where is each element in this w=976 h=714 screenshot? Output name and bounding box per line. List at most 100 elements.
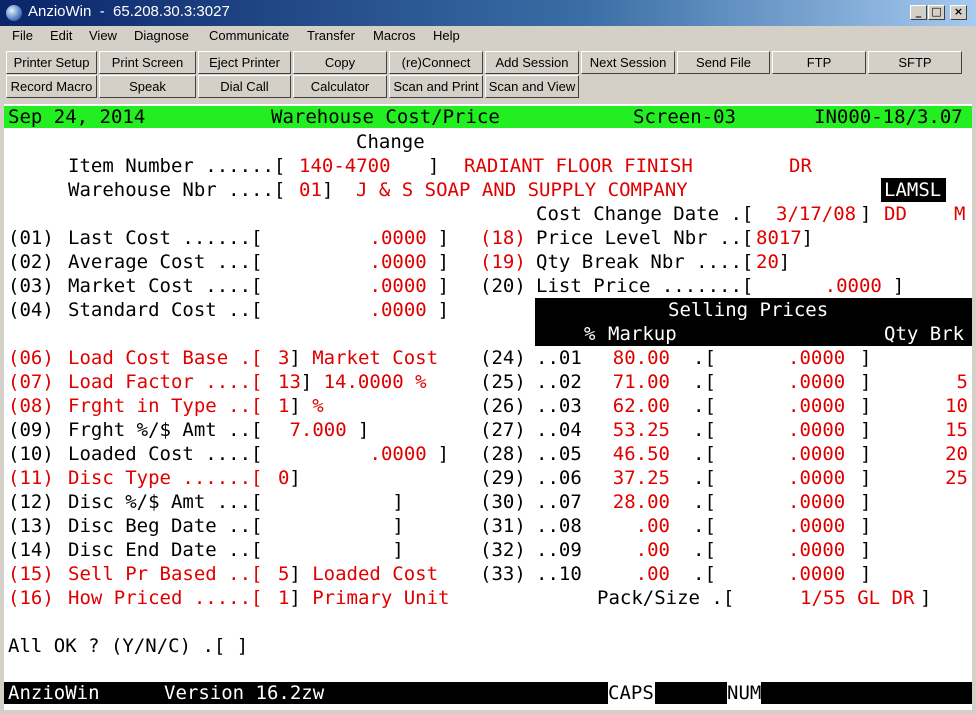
price-open: .[ [693, 371, 716, 393]
menu-help[interactable]: Help [433, 28, 460, 43]
speak-button[interactable]: Speak [99, 75, 196, 98]
print-screen-button[interactable]: Print Screen [99, 51, 196, 74]
field-number: (19) [480, 251, 526, 273]
warehouse-line: Warehouse Nbr ....[ 01 ] J & S SOAP AND … [4, 178, 972, 202]
minimize-button[interactable]: _ [910, 5, 927, 20]
header-title: Warehouse Cost/Price [271, 106, 500, 128]
warehouse-name: J & S SOAP AND SUPPLY COMPANY [356, 179, 688, 201]
selling-price-value[interactable]: .0000 [788, 346, 845, 370]
cost-change-date-field[interactable]: 3/17/08 [776, 202, 856, 226]
field-close: ] [778, 251, 791, 273]
selling-price-value[interactable]: .0000 [788, 538, 845, 562]
selling-price-value[interactable]: .0000 [788, 418, 845, 442]
pack-size-field[interactable]: 1/55 GL DR [800, 586, 914, 610]
price-close: ] [860, 491, 872, 513]
col-percent: % [584, 323, 596, 345]
ftp-button[interactable]: FTP [772, 51, 866, 74]
price-row: (29) ..06 37.25 .[.0000] 25 [4, 466, 972, 490]
menu-communicate[interactable]: Communicate [209, 28, 289, 43]
app-icon[interactable] [6, 5, 22, 21]
scan-and-view-button[interactable]: Scan and View [485, 75, 579, 98]
price-row: (26) ..03 62.00 .[.0000] 10 [4, 394, 972, 418]
price-row: (28) ..05 46.50 .[.0000] 20 [4, 442, 972, 466]
item-number-field[interactable]: 140-4700 [299, 154, 391, 178]
markup-value[interactable]: 80.00 [608, 346, 670, 370]
field-label: Price Level Nbr ..[ [536, 227, 754, 249]
window-title: AnzioWin - 65.208.30.3:3027 [28, 3, 230, 20]
price-row: (32) ..09 .00 .[.0000] [4, 538, 972, 562]
price-row: (30) ..07 28.00 .[.0000] [4, 490, 972, 514]
header-date: Sep 24, 2014 [8, 106, 146, 128]
mode-label: Change [356, 131, 425, 153]
title-bar[interactable]: AnzioWin - 65.208.30.3:3027 _ □ × [0, 0, 976, 26]
eject-printer-button[interactable]: Eject Printer [198, 51, 291, 74]
menu-macros[interactable]: Macros [373, 28, 416, 43]
selling-price-value[interactable]: .0000 [788, 562, 845, 586]
markup-value[interactable]: 53.25 [608, 418, 670, 442]
selling-price-value[interactable]: .0000 [788, 370, 845, 394]
selling-price-value[interactable]: .0000 [788, 466, 845, 490]
price-level: ..04 [536, 419, 582, 441]
price-level: ..09 [536, 539, 582, 561]
price-level: ..05 [536, 443, 582, 465]
cost-change-date-label: Cost Change Date .[ [536, 203, 754, 225]
price-close: ] [860, 563, 872, 585]
selling-price-value[interactable]: .0000 [788, 394, 845, 418]
markup-value[interactable]: .00 [608, 562, 670, 586]
scan-and-print-button[interactable]: Scan and Print [389, 75, 483, 98]
reconnect-button[interactable]: (re)Connect [389, 51, 483, 74]
markup-value[interactable]: 46.50 [608, 442, 670, 466]
selling-price-value[interactable]: .0000 [788, 514, 845, 538]
price-close: ] [860, 443, 872, 465]
field-value[interactable]: .0000 [756, 274, 882, 298]
menu-edit[interactable]: Edit [50, 28, 72, 43]
markup-value[interactable]: .00 [608, 514, 670, 538]
price-close: ] [860, 395, 872, 417]
all-ok-prompt[interactable]: All OK ? (Y/N/C) .[ ] [8, 634, 248, 658]
price-row-number: (31) [480, 515, 526, 537]
add-session-button[interactable]: Add Session [485, 51, 579, 74]
markup-value[interactable]: .00 [608, 538, 670, 562]
field-value[interactable]: 20 [756, 250, 779, 274]
markup-value[interactable]: 71.00 [608, 370, 670, 394]
field-label: Qty Break Nbr ....[ [536, 251, 754, 273]
menu-transfer[interactable]: Transfer [307, 28, 355, 43]
selling-price-value[interactable]: .0000 [788, 442, 845, 466]
cost-change-date-close: ] [860, 203, 872, 225]
selling-prices-title: Selling Prices [668, 299, 829, 321]
menu-file[interactable]: File [12, 28, 33, 43]
field-value[interactable]: 8017 [756, 226, 802, 250]
send-file-button[interactable]: Send File [677, 51, 770, 74]
price-open: .[ [693, 347, 716, 369]
cost-change-date-line: Cost Change Date .[ 3/17/08 ] DD M [4, 202, 972, 226]
field-number: (20) [480, 275, 526, 297]
price-open: .[ [693, 419, 716, 441]
menu-diagnose[interactable]: Diagnose [134, 28, 189, 43]
close-button[interactable]: × [950, 5, 967, 20]
selling-price-value[interactable]: .0000 [788, 490, 845, 514]
item-number-label: Item Number ......[ [68, 155, 286, 177]
cost-change-m: M [954, 203, 966, 225]
price-open: .[ [693, 515, 716, 537]
field-close: ] [801, 227, 814, 249]
price-row-number: (24) [480, 347, 526, 369]
sftp-button[interactable]: SFTP [868, 51, 962, 74]
warehouse-number-field[interactable]: 01 [299, 178, 322, 202]
price-row: (33) ..10 .00 .[.0000] [4, 562, 972, 586]
markup-value[interactable]: 28.00 [608, 490, 670, 514]
menu-view[interactable]: View [89, 28, 117, 43]
markup-value[interactable]: 37.25 [608, 466, 670, 490]
price-row-number: (26) [480, 395, 526, 417]
cost-change-dd: DD [884, 203, 907, 225]
terminal-screen[interactable]: Sep 24, 2014 Warehouse Cost/Price Screen… [4, 104, 972, 710]
markup-value[interactable]: 62.00 [608, 394, 670, 418]
dial-call-button[interactable]: Dial Call [198, 75, 291, 98]
price-row: (25) ..02 71.00 .[.0000] 5 [4, 370, 972, 394]
maximize-button[interactable]: □ [928, 5, 945, 20]
copy-button[interactable]: Copy [293, 51, 387, 74]
printer-setup-button[interactable]: Printer Setup [6, 51, 97, 74]
price-row-number: (27) [480, 419, 526, 441]
calculator-button[interactable]: Calculator [293, 75, 387, 98]
record-macro-button[interactable]: Record Macro [6, 75, 97, 98]
next-session-button[interactable]: Next Session [581, 51, 675, 74]
